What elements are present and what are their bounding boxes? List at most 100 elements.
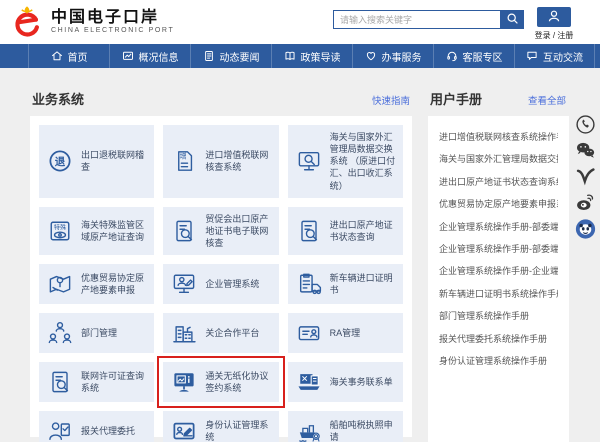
header: 中国电子口岸 CHINA ELECTRONIC PORT 登录 / 注册: [0, 0, 600, 44]
business-tile[interactable]: 新车辆进口证明书: [288, 264, 403, 304]
manual-list-item[interactable]: 海关与国家外汇管理局数据交换系: [439, 148, 558, 170]
business-tile[interactable]: 进出口原产地证书状态查询: [288, 207, 403, 255]
business-tile[interactable]: 企业管理系统: [163, 264, 278, 304]
manual-list-item[interactable]: 进口增值税联网核查系统操作手册: [439, 126, 558, 148]
tile-label: 部门管理: [81, 327, 117, 339]
tile-label: 出口退税联网稽查: [81, 149, 147, 173]
manual-list-item[interactable]: 身份认证管理系统操作手册: [439, 350, 558, 372]
search-input[interactable]: [333, 10, 500, 29]
nav-item-6[interactable]: 客服专区: [433, 44, 514, 68]
business-tile[interactable]: RA管理: [288, 313, 403, 353]
business-tile[interactable]: 关企合作平台: [163, 313, 278, 353]
business-section-title: 业务系统: [32, 89, 84, 108]
business-tile[interactable]: 贸促会出口原产地证书电子联网核查: [163, 207, 278, 255]
clipboard-truck-icon: [295, 270, 323, 298]
manual-list-item[interactable]: 报关代理委托系统操作手册: [439, 328, 558, 350]
services-heart-icon: [365, 50, 377, 62]
search-icon: [506, 12, 519, 28]
manual-list-item[interactable]: 企业管理系统操作手册-部委端: [439, 238, 558, 260]
business-tile[interactable]: 船舶吨税执照申请: [288, 411, 403, 442]
map-pin-icon: [46, 270, 74, 298]
nav-item-label: 概况信息: [139, 49, 179, 64]
svg-text:特殊: 特殊: [54, 223, 66, 231]
business-tile-highlighted[interactable]: 通关无纸化协议签约系统: [163, 362, 278, 402]
monitor-user-icon: [170, 270, 198, 298]
tile-label: 关企合作平台: [205, 327, 259, 339]
business-tile[interactable]: 退 出口退税联网稽查: [39, 125, 154, 198]
search-box: [333, 10, 524, 29]
manual-section-title: 用户手册: [430, 89, 482, 108]
tui-circle-icon: 退: [46, 147, 74, 175]
navbar: 首页 概况信息动态要闻 政策导读 办事服务 客服专区 互动交流: [0, 44, 600, 68]
manual-list-item[interactable]: 企业管理系统操作手册-企业端: [439, 260, 558, 282]
business-grid: 退 出口退税联网稽查 增 进口增值税联网核查系统 海关与国家外汇管理局数据交换系统 （原…: [39, 125, 403, 442]
manual-list-item[interactable]: 新车辆进口证明书系统操作手册: [439, 283, 558, 305]
customer-service-icon[interactable]: [575, 218, 596, 239]
login-button[interactable]: [537, 7, 571, 27]
nav-item-label: 客服专区: [463, 49, 503, 64]
user-icon: [547, 9, 561, 26]
tile-label: 海关与国家外汇管理局数据交换系统 （原进口付汇、出口收汇系统）: [330, 131, 396, 192]
tile-label: 联网许可证查询系统: [81, 370, 147, 394]
tile-label: 进出口原产地证书状态查询: [330, 219, 396, 243]
tile-label: RA管理: [330, 327, 361, 339]
vat-doc-icon: 增: [170, 147, 198, 175]
weibo-icon[interactable]: [575, 192, 596, 213]
nav-item-7[interactable]: 互动交流: [514, 44, 595, 68]
manual-list-item[interactable]: 企业管理系统操作手册-部委端: [439, 216, 558, 238]
id-sign-icon: [170, 417, 198, 442]
tile-label: 通关无纸化协议签约系统: [205, 370, 271, 394]
tile-label: 身份认证管理系统: [205, 419, 271, 442]
tile-label: 新车辆进口证明书: [330, 272, 396, 296]
svg-text:增: 增: [180, 152, 187, 161]
manual-list-item[interactable]: 优惠贸易协定原产地要素申报系统: [439, 193, 558, 215]
nav-item-label: 政策导读: [301, 49, 341, 64]
brand-text: 中国电子口岸 CHINA ELECTRONIC PORT: [51, 9, 174, 35]
view-all-link[interactable]: 查看全部: [528, 93, 566, 107]
nav-item-5[interactable]: 办事服务: [352, 44, 433, 68]
v-icon[interactable]: [575, 166, 596, 187]
monitor-sign-icon: [170, 368, 198, 396]
business-tile[interactable]: 优惠贸易协定原产地要素申报: [39, 264, 154, 304]
tile-label: 企业管理系统: [205, 278, 259, 290]
nav-item-2[interactable]: 概况信息: [109, 44, 190, 68]
business-tile[interactable]: 报关代理委托: [39, 411, 154, 442]
buildings-icon: [170, 319, 198, 347]
account-area: 登录 / 注册: [534, 7, 574, 41]
brand-name-en: CHINA ELECTRONIC PORT: [51, 26, 174, 35]
nav-item-label: 互动交流: [543, 49, 583, 64]
nav-item-3[interactable]: 动态要闻: [190, 44, 271, 68]
home-icon: [51, 50, 63, 62]
phone-icon[interactable]: [575, 114, 596, 135]
special-zone-icon: 特殊: [46, 217, 74, 245]
business-tile[interactable]: 部门管理: [39, 313, 154, 353]
ship-icon: [295, 417, 323, 442]
nav-item-label: 首页: [68, 49, 88, 64]
nav-item-1[interactable]: 首页: [28, 44, 109, 68]
news-doc-icon: [203, 50, 215, 62]
policy-book-icon: [284, 50, 296, 62]
doc-search-icon: [295, 217, 323, 245]
doc-search-icon: [170, 217, 198, 245]
wechat-icon[interactable]: [575, 140, 596, 161]
manual-panel: 进口增值税联网核查系统操作手册海关与国家外汇管理局数据交换系进出口原产地证书状态…: [428, 116, 569, 442]
logo[interactable]: 中国电子口岸 CHINA ELECTRONIC PORT: [10, 5, 174, 39]
search-button[interactable]: [500, 10, 524, 29]
business-tile[interactable]: 身份认证管理系统: [163, 411, 278, 442]
manual-list-item[interactable]: 进出口原产地证书状态查询系统操: [439, 171, 558, 193]
manual-list-item[interactable]: 部门管理系统操作手册: [439, 305, 558, 327]
tile-label: 进口增值税联网核查系统: [205, 149, 271, 173]
login-register-link[interactable]: 登录 / 注册: [534, 30, 574, 41]
business-tile[interactable]: 特殊海关特殊监管区域原产地证查询: [39, 207, 154, 255]
business-tile[interactable]: 增 进口增值税联网核查系统: [163, 125, 278, 198]
nav-item-4[interactable]: 政策导读: [271, 44, 352, 68]
nav-item-label: 办事服务: [382, 49, 422, 64]
tile-label: 海关事务联系单: [330, 376, 393, 388]
brand-name-cn: 中国电子口岸: [51, 9, 174, 26]
quick-guide-link[interactable]: 快速指南: [372, 93, 410, 107]
business-tile[interactable]: 海关事务联系单: [288, 362, 403, 402]
business-tile[interactable]: 海关与国家外汇管理局数据交换系统 （原进口付汇、出口收汇系统）: [288, 125, 403, 198]
business-tile[interactable]: 联网许可证查询系统: [39, 362, 154, 402]
svg-text:退: 退: [55, 156, 66, 168]
tile-label: 报关代理委托: [81, 425, 135, 437]
